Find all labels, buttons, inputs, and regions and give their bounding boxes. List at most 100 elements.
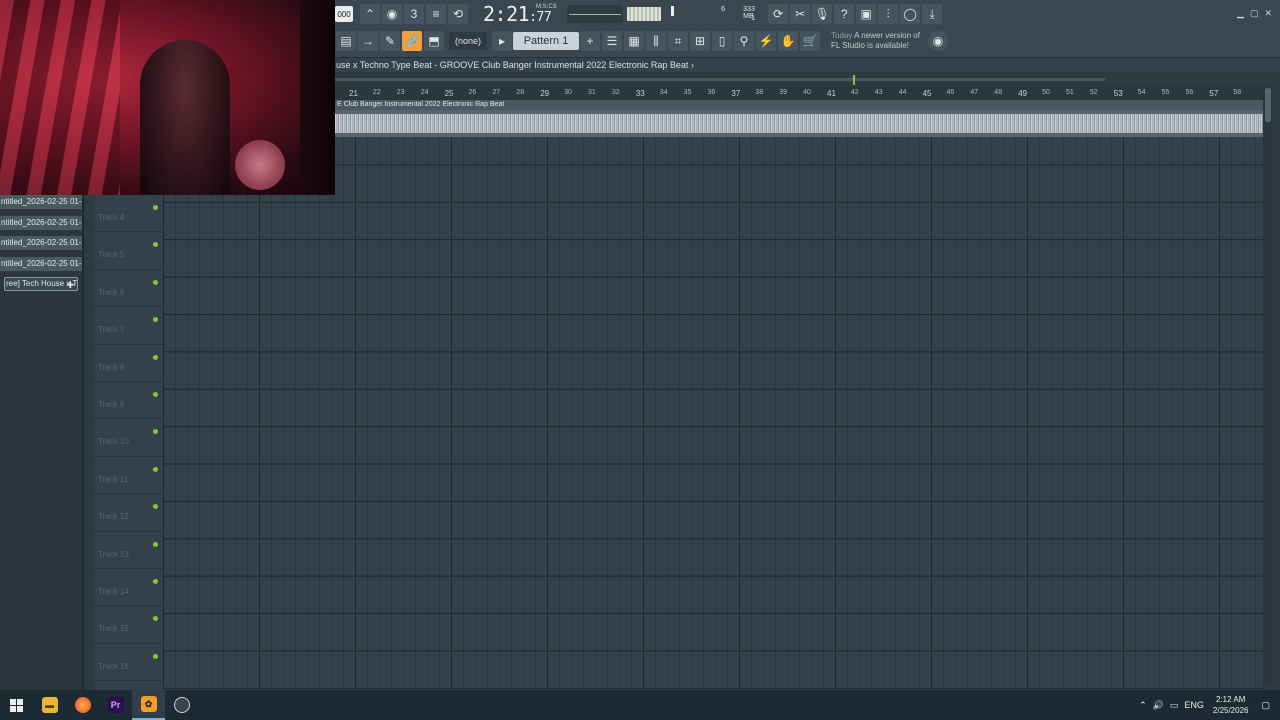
notification-icon[interactable]: ▢ [1261, 700, 1270, 711]
horizontal-scrollbar[interactable] [335, 75, 1255, 85]
master-volume[interactable] [627, 7, 662, 21]
metronome-icon[interactable]: ⌃ [360, 4, 380, 24]
ruler-tick: 37 [731, 89, 741, 98]
pattern-selector[interactable]: (none) [449, 32, 488, 50]
premiere-pro-icon[interactable]: Pr [99, 690, 132, 720]
chat-icon[interactable]: ◯ [900, 4, 921, 24]
browser-item[interactable]: ntitled_2026-02-25 01-... [0, 195, 82, 209]
touch-icon[interactable]: ✋ [778, 31, 799, 51]
track-mute-led[interactable] [153, 653, 158, 659]
ruler-tick: 25 [444, 89, 454, 98]
file-explorer-icon[interactable]: ▬ [33, 690, 66, 720]
time-ruler[interactable]: 21 22 23 24 25 26 27 28 29 30 31 32 33 34 35 36 37 38 39 40… [335, 86, 1263, 100]
ruler-tick: 34 [659, 89, 668, 96]
countdown-icon[interactable]: 3 [404, 4, 424, 24]
browser-item[interactable]: ntitled_2026-02-25 01-... [0, 236, 82, 250]
browser-item[interactable]: ree] Tech House x T... [4, 277, 78, 291]
fl-studio-window: 000 ⌃ ◉ 3 ≡ ⟲ 2:21:77 M:S:CS 6 333 MB 1 … [0, 0, 1280, 690]
obs-icon[interactable] [165, 690, 198, 720]
audio-clip-waveform[interactable] [335, 110, 1263, 137]
track-mute-led[interactable] [153, 541, 158, 547]
ruler-tick: 40 [803, 89, 811, 96]
reset-icon[interactable]: ⟳ [768, 4, 789, 24]
firefox-icon[interactable] [66, 690, 99, 720]
track-header[interactable]: Track 13 [95, 532, 163, 569]
stamp-icon[interactable]: ⬒ [424, 31, 444, 51]
help-icon[interactable]: ? [834, 4, 855, 24]
track-header[interactable]: Track 9 [95, 382, 163, 420]
mixer-window-icon[interactable]: ⫼ [646, 31, 667, 51]
vertical-scroll-thumb[interactable] [1265, 88, 1271, 122]
track-header[interactable]: Track 10 [95, 419, 163, 457]
track-mute-led[interactable] [153, 317, 158, 323]
restore-icon[interactable]: ▢ [1250, 8, 1259, 19]
audio-clip-label[interactable]: E Club Banger Instrumental 2022 Electron… [335, 100, 1263, 110]
track-header[interactable]: Track 11 [95, 457, 163, 495]
scroll-track[interactable] [335, 78, 1105, 81]
network-icon[interactable]: ▭ [1170, 700, 1179, 711]
track-header[interactable]: Track 14 [95, 569, 163, 607]
tempo-display[interactable]: 000 [335, 6, 353, 22]
track-header[interactable]: Track 8 [95, 345, 163, 382]
track-mute-led[interactable] [153, 616, 158, 622]
playlist-grid[interactable] [163, 137, 1263, 690]
track-mute-led[interactable] [153, 466, 158, 472]
add-pattern-icon[interactable]: + [580, 31, 601, 51]
track-mute-led[interactable] [153, 504, 158, 510]
microphone-icon[interactable]: 🎙 [812, 4, 833, 24]
cart-icon[interactable]: 🛒 [800, 31, 821, 51]
step-edit-icon[interactable]: ≡ [426, 4, 446, 24]
arrow-right-icon[interactable]: → [358, 31, 378, 51]
loop-record-icon[interactable]: ⟲ [448, 4, 468, 24]
clock[interactable]: 2:12 AM 2/25/2026 [1213, 694, 1249, 716]
track-header[interactable]: Track 4 [95, 195, 163, 233]
volume-icon[interactable]: 🔊 [1153, 700, 1164, 711]
link-icon[interactable]: 🔗 [402, 31, 422, 51]
piano-roll-icon[interactable]: ▤ [336, 31, 356, 51]
track-name: Track 14 [98, 587, 129, 596]
fl-studio-icon[interactable]: ✿ [132, 690, 165, 720]
windows-start-icon[interactable] [0, 690, 33, 720]
track-mute-led[interactable] [153, 429, 158, 435]
ruler-tick: 57 [1209, 89, 1219, 98]
track-header[interactable]: Track 15 [95, 606, 163, 644]
plugin-icon[interactable]: ⌗ [668, 31, 689, 51]
track-mute-led[interactable] [153, 354, 158, 360]
track-header[interactable]: Track 16 [95, 644, 163, 682]
save-icon[interactable]: ▣ [856, 4, 877, 24]
track-header[interactable]: Track 6 [95, 270, 163, 308]
playhead-marker[interactable] [853, 75, 855, 85]
close-icon[interactable]: ✕ [1264, 8, 1272, 19]
track-header[interactable]: Track 7 [95, 307, 163, 345]
pattern-select[interactable]: Pattern 1 [513, 32, 580, 50]
minimize-icon[interactable]: ▁ [1237, 8, 1244, 19]
tray-chevron-icon[interactable]: ⌃ [1139, 700, 1147, 711]
track-header[interactable]: Track 12 [95, 494, 163, 532]
track-mute-led[interactable] [153, 242, 158, 248]
browser-item[interactable]: ntitled_2026-02-25 01-... [0, 215, 82, 230]
track-mute-led[interactable] [153, 579, 158, 584]
play-icon[interactable]: ▸ [492, 31, 513, 51]
cut-icon[interactable]: ✂ [790, 4, 811, 24]
channel-rack-icon[interactable]: ▦ [624, 31, 645, 51]
globe-icon[interactable]: ◉ [927, 31, 948, 51]
wait-input-icon[interactable]: ◉ [382, 4, 402, 24]
track-mute-led[interactable] [153, 205, 158, 210]
mixer-icon[interactable]: ⫶ [878, 4, 899, 24]
edison-icon[interactable]: ⚡ [756, 31, 777, 51]
webcam-curtain [0, 0, 120, 195]
track-mute-led[interactable] [153, 279, 158, 285]
playlist-icon[interactable]: ☰ [602, 31, 623, 51]
clipboard-icon[interactable]: ▯ [712, 31, 733, 51]
tray-language[interactable]: ENG [1184, 700, 1204, 710]
brush-icon[interactable]: ✎ [380, 31, 400, 51]
track-mute-led[interactable] [153, 392, 158, 397]
vertical-scrollbar[interactable] [1263, 86, 1273, 686]
update-notice[interactable]: Today A newer version of FL Studio is av… [831, 31, 920, 51]
track-header[interactable]: Track 5 [95, 232, 163, 270]
download-icon[interactable]: ⤓ [922, 4, 943, 24]
browser-icon[interactable]: ⊞ [690, 31, 711, 51]
browser-item[interactable]: ntitled_2026-02-25 01-... [0, 256, 82, 271]
plug-icon[interactable]: ⚲ [734, 31, 755, 51]
playlist-title[interactable]: use x Techno Type Beat - GROOVE Club Ban… [335, 58, 1280, 72]
